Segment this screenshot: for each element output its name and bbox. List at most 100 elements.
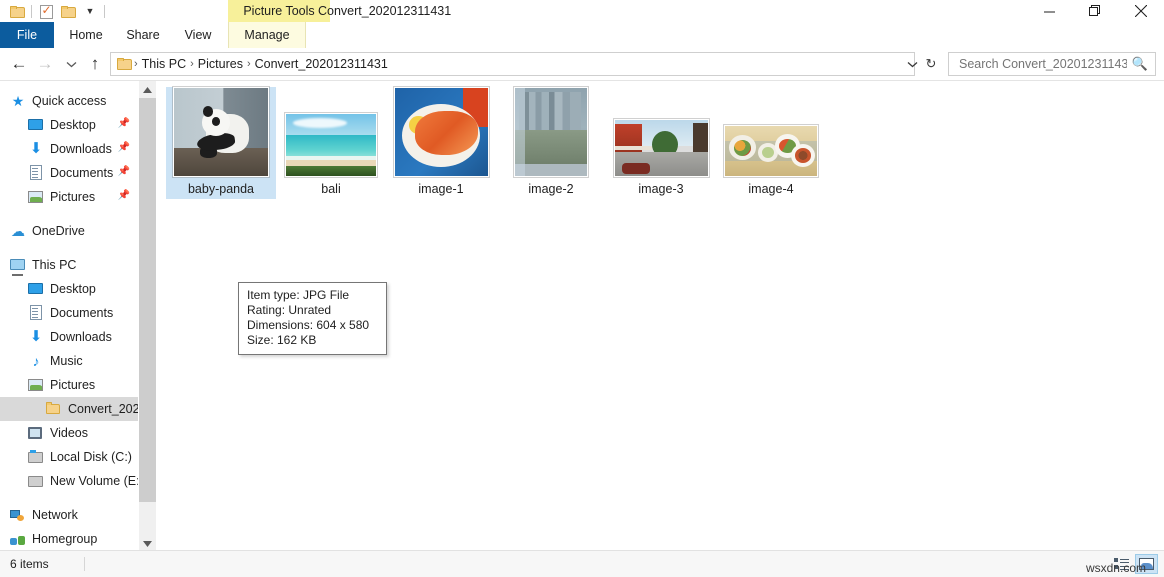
picture-icon bbox=[28, 189, 44, 205]
document-icon bbox=[28, 165, 44, 181]
sidebar-item-quick-access[interactable]: ★ Quick access bbox=[0, 89, 138, 113]
pc-icon bbox=[10, 257, 26, 273]
forward-button[interactable]: → bbox=[34, 53, 56, 75]
sidebar-item-desktop[interactable]: Desktop📌 bbox=[0, 113, 138, 137]
sidebar-item-label: Music bbox=[50, 354, 83, 368]
tooltip-size: Size: 162 KB bbox=[247, 333, 379, 348]
sidebar-item-pictures[interactable]: Pictures bbox=[0, 373, 138, 397]
music-icon: ♪ bbox=[28, 353, 44, 369]
breadcrumb-item-convert[interactable]: Convert_202012311431 bbox=[251, 53, 392, 75]
star-icon: ★ bbox=[10, 93, 26, 109]
thumbnail-wrap bbox=[386, 91, 496, 179]
sidebar-item-new-volume-e[interactable]: New Volume (E:) bbox=[0, 469, 138, 493]
file-tile[interactable]: image-1 bbox=[386, 87, 496, 199]
navigation-scrollbar[interactable] bbox=[138, 81, 156, 552]
status-divider bbox=[84, 557, 85, 571]
tab-file[interactable]: File bbox=[0, 22, 54, 48]
sidebar-item-label: Pictures bbox=[50, 378, 95, 392]
address-bar: ← → ↑ › This PC › Pictures › Convert_202… bbox=[0, 48, 1164, 80]
chevron-down-icon[interactable]: ▼ bbox=[79, 2, 101, 21]
file-tile[interactable]: bali bbox=[276, 87, 386, 199]
site-watermark: wsxdn.com bbox=[1086, 561, 1146, 575]
sidebar-item-this-pc[interactable]: This PC bbox=[0, 253, 138, 277]
pin-icon[interactable]: 📌 bbox=[118, 166, 130, 177]
sidebar-item-music[interactable]: ♪ Music bbox=[0, 349, 138, 373]
minimize-button[interactable] bbox=[1026, 0, 1072, 22]
folder-icon[interactable] bbox=[6, 2, 28, 21]
sidebar-item-local-disk-c[interactable]: Local Disk (C:) bbox=[0, 445, 138, 469]
sidebar-item-desktop[interactable]: Desktop bbox=[0, 277, 138, 301]
file-thumbnail bbox=[285, 113, 377, 177]
tab-manage[interactable]: Manage bbox=[228, 22, 306, 48]
file-tile[interactable]: image-3 bbox=[606, 87, 716, 199]
sidebar-item-convert-20201[interactable]: Convert_20201 bbox=[0, 397, 138, 421]
sidebar-item-documents[interactable]: Documents bbox=[0, 301, 138, 325]
scrollbar-thumb[interactable] bbox=[139, 98, 156, 502]
quick-access-toolbar: ▼ bbox=[6, 2, 108, 21]
content-area: ★Quick accessDesktop📌⬇Downloads📌Document… bbox=[0, 80, 1164, 552]
file-thumbnail bbox=[173, 87, 269, 177]
monitor-icon bbox=[28, 117, 44, 133]
new-folder-icon[interactable] bbox=[57, 2, 79, 21]
sidebar-item-pictures[interactable]: Pictures📌 bbox=[0, 185, 138, 209]
breadcrumb-item-this-pc[interactable]: This PC bbox=[138, 53, 190, 75]
sidebar-item-label: Documents bbox=[50, 166, 113, 180]
sidebar-item-downloads[interactable]: ⬇ Downloads bbox=[0, 325, 138, 349]
sidebar-item-label: Documents bbox=[50, 306, 113, 320]
maximize-restore-button[interactable] bbox=[1072, 0, 1118, 22]
status-bar: 6 items bbox=[0, 550, 1164, 577]
breadcrumb-item-pictures[interactable]: Pictures bbox=[194, 53, 247, 75]
sidebar-item-downloads[interactable]: ⬇Downloads📌 bbox=[0, 137, 138, 161]
pin-icon[interactable]: 📌 bbox=[118, 118, 130, 129]
file-thumbnail bbox=[394, 87, 489, 177]
tab-home[interactable]: Home bbox=[58, 22, 114, 48]
file-grid: baby-panda bali image-1 image-2image-3 image… bbox=[156, 81, 1164, 199]
tab-share[interactable]: Share bbox=[116, 22, 170, 48]
back-button[interactable]: ← bbox=[8, 53, 30, 75]
sidebar-group-spacer bbox=[0, 493, 138, 503]
file-name-label: image-1 bbox=[418, 179, 463, 199]
disk-icon bbox=[28, 473, 44, 489]
file-name-label: bali bbox=[321, 179, 340, 199]
file-name-label: image-4 bbox=[748, 179, 793, 199]
search-icon[interactable]: 🔍 bbox=[1129, 56, 1151, 72]
sidebar-item-documents[interactable]: Documents 📌 bbox=[0, 161, 138, 185]
homegroup-icon bbox=[10, 531, 26, 547]
search-input[interactable] bbox=[957, 56, 1129, 72]
file-tile[interactable]: image-2 bbox=[496, 87, 606, 199]
sidebar-item-label: Downloads bbox=[50, 330, 112, 344]
thumbnail-wrap bbox=[606, 91, 716, 179]
file-tile[interactable]: image-4 bbox=[716, 87, 826, 199]
pin-icon[interactable]: 📌 bbox=[118, 190, 130, 201]
thumbnail-wrap bbox=[716, 91, 826, 179]
qat-divider-1 bbox=[31, 5, 32, 18]
sidebar-item-onedrive[interactable]: ☁OneDrive bbox=[0, 219, 138, 243]
tab-view[interactable]: View bbox=[172, 22, 224, 48]
sidebar-item-network[interactable]: Network bbox=[0, 503, 138, 527]
sidebar-item-label: Videos bbox=[50, 426, 88, 440]
close-button[interactable] bbox=[1118, 0, 1164, 22]
recent-locations-button[interactable] bbox=[60, 53, 82, 75]
sidebar-item-videos[interactable]: Videos bbox=[0, 421, 138, 445]
pin-icon[interactable]: 📌 bbox=[118, 142, 130, 153]
properties-icon[interactable] bbox=[35, 2, 57, 21]
ribbon-tab-bar: File Home Share View Manage ? bbox=[0, 22, 1164, 49]
sidebar-item-label: Desktop bbox=[50, 282, 96, 296]
scroll-up-icon[interactable] bbox=[139, 81, 156, 98]
sidebar-item-label: Local Disk (C:) bbox=[50, 450, 132, 464]
file-name-label: baby-panda bbox=[188, 179, 254, 199]
window-title: Convert_202012311431 bbox=[318, 0, 451, 22]
sidebar-group-spacer bbox=[0, 209, 138, 219]
up-button[interactable]: ↑ bbox=[84, 53, 106, 75]
item-count-label: 6 items bbox=[10, 551, 49, 577]
folder-tree: ★Quick accessDesktop📌⬇Downloads📌Document… bbox=[0, 81, 138, 551]
download-icon: ⬇ bbox=[28, 329, 44, 345]
refresh-icon[interactable]: ↻ bbox=[920, 52, 942, 76]
sidebar-item-label: Quick access bbox=[32, 94, 106, 108]
tooltip-item-type: Item type: JPG File bbox=[247, 288, 379, 303]
search-box[interactable]: 🔍 bbox=[948, 52, 1156, 76]
thumbnail-wrap bbox=[166, 91, 276, 179]
sidebar-item-homegroup[interactable]: Homegroup bbox=[0, 527, 138, 551]
file-tile[interactable]: baby-panda bbox=[166, 87, 276, 199]
breadcrumb[interactable]: › This PC › Pictures › Convert_202012311… bbox=[110, 52, 915, 76]
